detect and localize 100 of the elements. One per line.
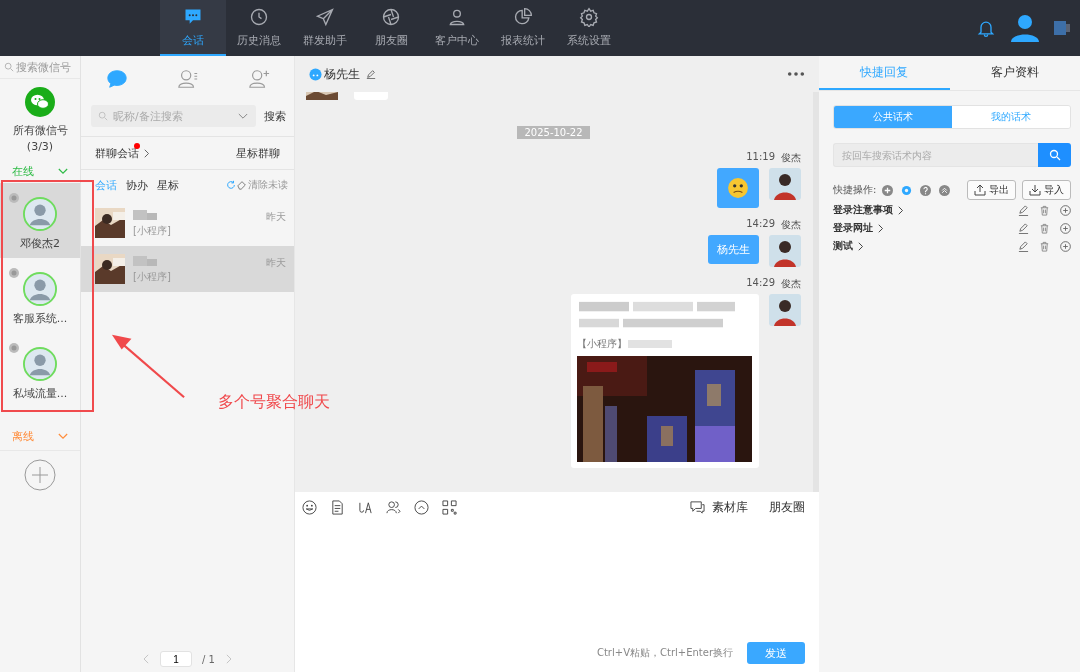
document-icon[interactable] [330,499,345,515]
nav-tab[interactable]: 会话 [160,0,226,56]
chevron-right-icon [858,241,864,251]
nav-icon [315,6,335,27]
chat-bubbles-icon [690,499,705,515]
chevron-right-icon [144,148,150,158]
edit-icon[interactable] [1018,204,1029,216]
nav-icon [381,6,401,27]
sender-name: 俊杰 [781,151,801,165]
nav-icon [579,6,599,27]
more-icon[interactable] [787,71,805,77]
account-search-field[interactable]: 搜索微信号 [0,56,80,79]
account-item[interactable]: 私域流量... [0,333,80,408]
phrase-category[interactable]: 测试 [833,239,864,253]
sub-tab[interactable]: 星标 [157,177,179,193]
import-button[interactable]: 导入 [1022,180,1071,200]
nav-tab[interactable]: 群发助手 [292,0,358,56]
page-input[interactable]: 1 [160,651,193,667]
add-icon[interactable] [1060,222,1071,234]
contacts-icon[interactable] [386,499,401,515]
sender-name: 俊杰 [781,218,801,232]
panel-tab[interactable]: 客户资料 [949,56,1080,90]
chevron-right-icon [898,205,904,215]
edit-icon[interactable] [366,69,376,79]
download-icon [1029,184,1041,196]
refresh-icon[interactable] [226,180,236,190]
add-icon[interactable] [1060,240,1071,252]
status-icon [9,343,19,353]
sub-tab[interactable]: 协办 [126,177,148,193]
delete-icon[interactable] [1039,240,1050,252]
nav-tab[interactable]: 朋友圈 [358,0,424,56]
mini-program-label: 【小程序】 [577,337,627,351]
sender-name: 俊杰 [781,277,801,291]
account-item[interactable]: 邓俊杰2 [0,183,80,258]
search-button[interactable] [1038,143,1071,167]
avatar-icon [23,347,57,381]
chevron-down-icon [58,432,68,440]
collapse-icon[interactable] [414,499,429,515]
chevron-down-icon[interactable] [238,113,248,120]
edit-icon[interactable] [1018,222,1029,234]
avatar-icon [23,197,57,231]
upload-icon [974,184,986,196]
material-library-button[interactable]: 素材库 [712,498,748,516]
nav-icon [249,6,269,27]
message-preview: [小程序] [133,224,172,238]
collapse-icon[interactable] [939,184,951,196]
conversation-time: 昨天 [266,210,286,224]
moments-button[interactable]: 朋友圈 [769,498,805,516]
search-icon [98,111,108,121]
add-icon[interactable] [882,184,894,196]
contact-tab-icon [176,68,199,90]
account-name: 邓俊杰2 [20,236,60,251]
add-icon[interactable] [1060,204,1071,216]
page-total: / 1 [202,653,215,665]
nav-tab[interactable]: 系统设置 [556,0,622,56]
search-icon [1048,149,1061,161]
contact-search-field[interactable]: 昵称/备注搜索 [91,105,256,127]
nav-tab[interactable]: 客户中心 [424,0,490,56]
phrase-category[interactable]: 登录注意事项 [833,203,904,217]
shortcut-hint: Ctrl+V粘贴，Ctrl+Enter换行 [596,646,733,660]
search-icon [4,62,14,72]
status-icon [9,193,19,203]
quick-actions-label: 快捷操作: [833,183,877,197]
contact-icon [309,67,322,81]
group-label: 离线 [12,428,34,444]
avatar-icon [769,294,801,326]
qr-code-icon[interactable] [442,499,457,515]
export-button[interactable]: 导出 [967,180,1016,200]
nav-icon [513,6,533,27]
delete-icon[interactable] [1039,222,1050,234]
group-chat-link[interactable]: 群聊会话 [95,145,150,161]
message-time: 14:29 [746,277,775,290]
help-icon[interactable] [920,184,932,196]
starred-groups-link[interactable]: 星标群聊 [236,145,280,161]
message-bubble: 杨先生 [708,235,759,264]
wechat-icon[interactable] [25,87,55,117]
account-count: (3/3) [26,140,54,153]
nav-tab[interactable]: 报表统计 [490,0,556,56]
chevron-down-icon [58,167,68,175]
chat-title: 杨先生 [324,65,360,83]
contact-tab-icon [105,68,128,90]
delete-icon[interactable] [1039,204,1050,216]
edit-icon[interactable] [1018,240,1029,252]
emoji-icon[interactable] [302,499,317,515]
nav-tab[interactable]: 历史消息 [226,0,292,56]
phrase-category[interactable]: 登录网址 [833,221,884,235]
user-avatar-icon[interactable] [1010,13,1040,43]
message-time: 11:19 [746,151,775,164]
avatar-icon [769,235,801,267]
font-icon[interactable] [358,499,373,515]
group-label: 在线 [12,163,34,179]
account-name: 客服系统... [12,311,68,326]
chevron-right-icon [878,223,884,233]
add-icon[interactable] [24,459,56,491]
message-time: 14:29 [746,218,775,231]
account-item[interactable]: 客服系统... [0,258,80,333]
avatar-icon [23,272,57,306]
search-button[interactable]: 搜索 [264,108,286,124]
contact-tab-icon [247,68,270,90]
annotation-text: 多个号聚合聊天 [218,392,330,413]
